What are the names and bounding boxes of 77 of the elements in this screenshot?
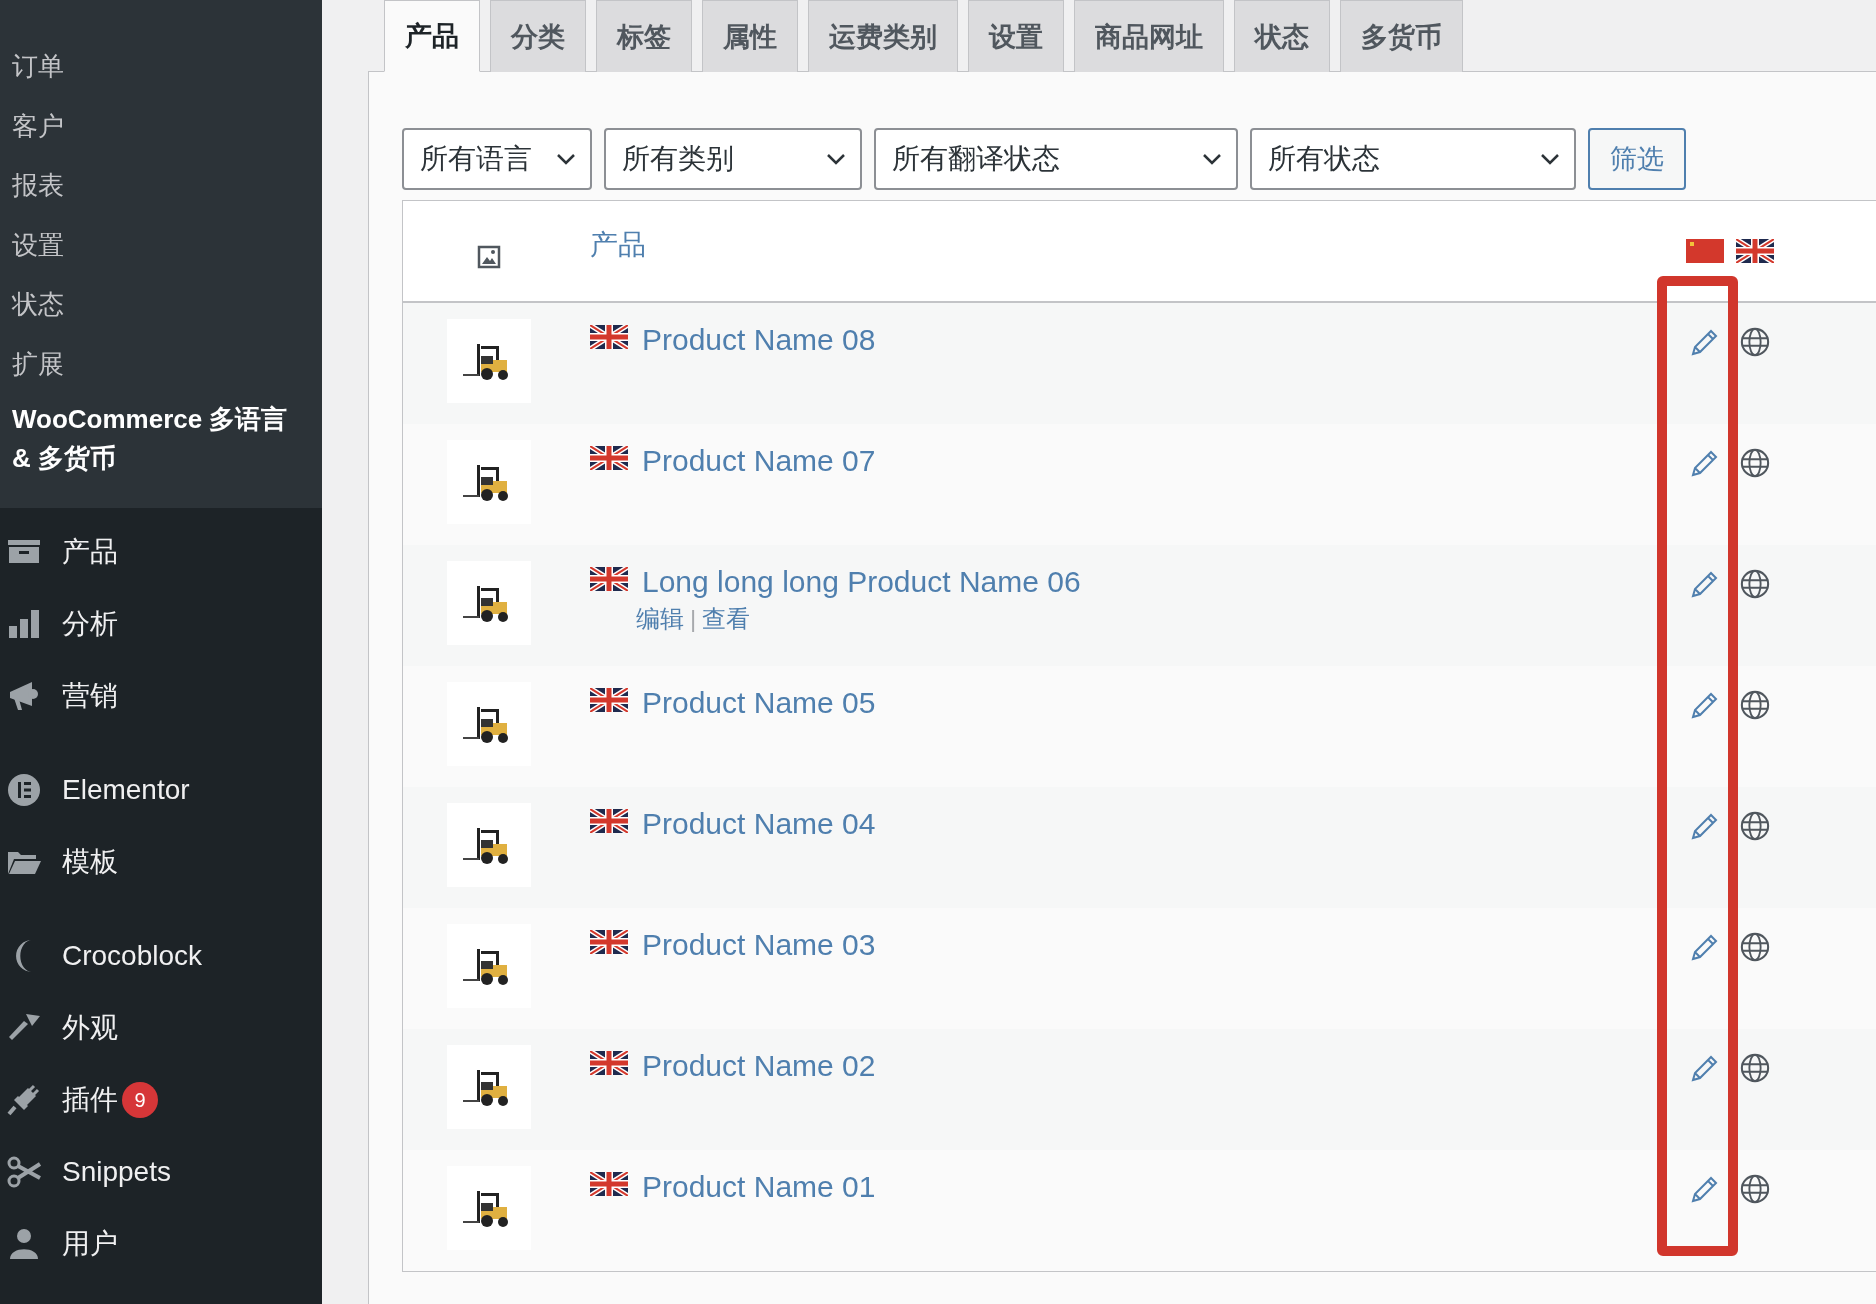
pencil-icon[interactable]	[1690, 448, 1720, 478]
globe-icon[interactable]	[1740, 1053, 1770, 1083]
filter-dropdown[interactable]: 所有翻译状态	[874, 128, 1238, 190]
pencil-icon[interactable]	[1690, 569, 1720, 599]
uk-flag-icon	[1736, 239, 1774, 263]
tab[interactable]: 多货币	[1340, 0, 1463, 72]
china-flag-icon	[1686, 239, 1724, 263]
globe-icon[interactable]	[1740, 690, 1770, 720]
uk-flag-icon	[590, 325, 628, 349]
uk-flag-icon	[590, 446, 628, 470]
menu-item[interactable]: 外观	[62, 1009, 118, 1047]
globe-icon[interactable]	[1740, 327, 1770, 357]
submenu-item[interactable]: 扩展	[0, 334, 322, 394]
product-name-link[interactable]: Long long long Product Name 06	[642, 565, 1680, 599]
row-action-link[interactable]: 编辑	[636, 603, 684, 635]
tab[interactable]: 产品	[384, 0, 480, 72]
submenu-item[interactable]: 设置	[0, 215, 322, 275]
product-name-link[interactable]: Product Name 05	[642, 686, 1680, 720]
product-name-link[interactable]: Product Name 04	[642, 807, 1680, 841]
tab[interactable]: 设置	[968, 0, 1064, 72]
menu-item[interactable]: 分析	[62, 605, 118, 643]
chevron-down-icon	[826, 152, 846, 166]
menu-item[interactable]: 用户	[62, 1225, 118, 1263]
product-name-link[interactable]: Product Name 03	[642, 928, 1680, 962]
submenu-item[interactable]: 客户	[0, 96, 322, 156]
pencil-icon[interactable]	[1690, 327, 1720, 357]
globe-icon[interactable]	[1740, 811, 1770, 841]
pencil-icon[interactable]	[1690, 1174, 1720, 1204]
globe-icon[interactable]	[1740, 448, 1770, 478]
chevron-down-icon	[556, 152, 576, 166]
product-name-link[interactable]: Product Name 08	[642, 323, 1680, 357]
tab[interactable]: 分类	[490, 0, 586, 72]
product-name-link[interactable]: Product Name 02	[642, 1049, 1680, 1083]
scissors-icon	[6, 1154, 42, 1190]
menu-item[interactable]: 模板	[62, 843, 118, 881]
menu-item[interactable]: 营销	[62, 677, 118, 715]
pencil-icon[interactable]	[1690, 932, 1720, 962]
uk-flag-icon	[590, 930, 628, 954]
tab[interactable]: 商品网址	[1074, 0, 1224, 72]
current-menu-title[interactable]: WooCommerce 多语言 & 多货币	[0, 394, 309, 478]
tab[interactable]: 标签	[596, 0, 692, 72]
separator: |	[690, 605, 697, 633]
uk-flag-icon	[590, 1172, 628, 1196]
chevron-down-icon	[1202, 152, 1222, 166]
globe-icon[interactable]	[1740, 932, 1770, 962]
pencil-icon[interactable]	[1690, 811, 1720, 841]
filter-button[interactable]: 筛选	[1588, 128, 1686, 190]
menu-item[interactable]: Elementor	[62, 774, 190, 806]
menu-item[interactable]: 插件	[62, 1081, 118, 1119]
menu-item[interactable]: 产品	[62, 533, 118, 571]
uk-flag-icon	[590, 809, 628, 833]
menu-item[interactable]: Snippets	[62, 1156, 171, 1188]
pencil-icon[interactable]	[1690, 1053, 1720, 1083]
filter-dropdown[interactable]: 所有状态	[1250, 128, 1576, 190]
tab[interactable]: 状态	[1234, 0, 1330, 72]
uk-flag-icon	[590, 688, 628, 712]
chevron-down-icon	[1540, 152, 1560, 166]
pencil-icon[interactable]	[1690, 690, 1720, 720]
product-name-link[interactable]: Product Name 07	[642, 444, 1680, 478]
uk-flag-icon	[590, 1051, 628, 1075]
uk-flag-icon	[590, 567, 628, 591]
elementor-icon	[6, 772, 42, 808]
update-count-badge: 9	[122, 1082, 158, 1118]
submenu-item[interactable]: 报表	[0, 156, 322, 216]
product-name-link[interactable]: Product Name 01	[642, 1170, 1680, 1204]
tab[interactable]: 属性	[702, 0, 798, 72]
menu-item[interactable]: Crocoblock	[62, 940, 203, 972]
tab[interactable]: 运费类别	[808, 0, 958, 72]
plug-icon	[6, 1082, 42, 1118]
globe-icon[interactable]	[1740, 569, 1770, 599]
image-icon	[477, 245, 501, 269]
filter-dropdown[interactable]: 所有语言	[402, 128, 592, 190]
submenu-item[interactable]: 订单	[0, 37, 322, 97]
filter-dropdown[interactable]: 所有类别	[604, 128, 862, 190]
submenu-item[interactable]: 状态	[0, 275, 322, 335]
row-action-link[interactable]: 查看	[702, 603, 751, 635]
globe-icon[interactable]	[1740, 1174, 1770, 1204]
